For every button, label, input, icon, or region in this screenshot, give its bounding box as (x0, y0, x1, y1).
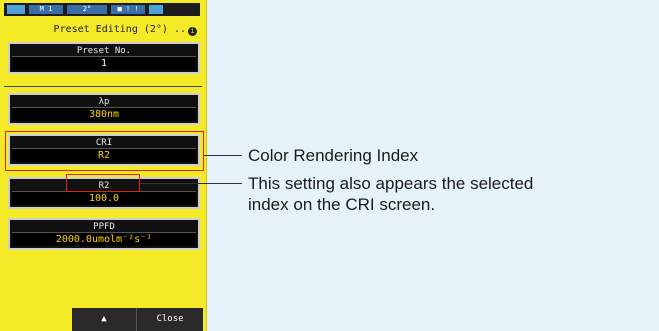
ppfd-field[interactable]: PPFD 2000.0umolm⁻²s⁻¹ (8, 218, 200, 250)
lambda-p-field[interactable]: λp 380nm (8, 93, 200, 125)
r2-value: 100.0 (88, 193, 120, 204)
memory-indicator: ■ ! ! (111, 5, 145, 14)
divider (4, 86, 202, 87)
r2-annotation-line2: index on the CRI screen. (248, 195, 436, 214)
screen-title: Preset Editing (2°) .. i (8, 24, 203, 40)
r2-annotation-line1: This setting also appears the selected (248, 174, 534, 193)
cri-highlight-box (5, 131, 204, 171)
cri-leader-line (204, 155, 242, 156)
lambda-p-value: 380nm (88, 109, 120, 120)
preset-no-value: 1 (100, 58, 108, 69)
mode-indicator: M 1 (29, 5, 63, 14)
status-bar: M 1 2° ■ ! ! (4, 3, 200, 16)
close-button[interactable]: Close (136, 308, 203, 331)
preset-no-field[interactable]: Preset No. 1 (8, 42, 200, 74)
cri-annotation: Color Rendering Index (248, 146, 419, 165)
ppfd-value: 2000.0umolm⁻²s⁻¹ (55, 234, 153, 245)
r2-highlight-box (66, 174, 140, 192)
screen-title-text: Preset Editing (2°) .. (53, 24, 186, 35)
battery-icon (7, 5, 25, 14)
flag-icon (149, 5, 163, 14)
angle-indicator: 2° (67, 5, 107, 14)
info-icon[interactable]: i (188, 27, 197, 36)
r2-leader-line (140, 183, 242, 184)
up-button[interactable]: ▲ (72, 308, 136, 331)
